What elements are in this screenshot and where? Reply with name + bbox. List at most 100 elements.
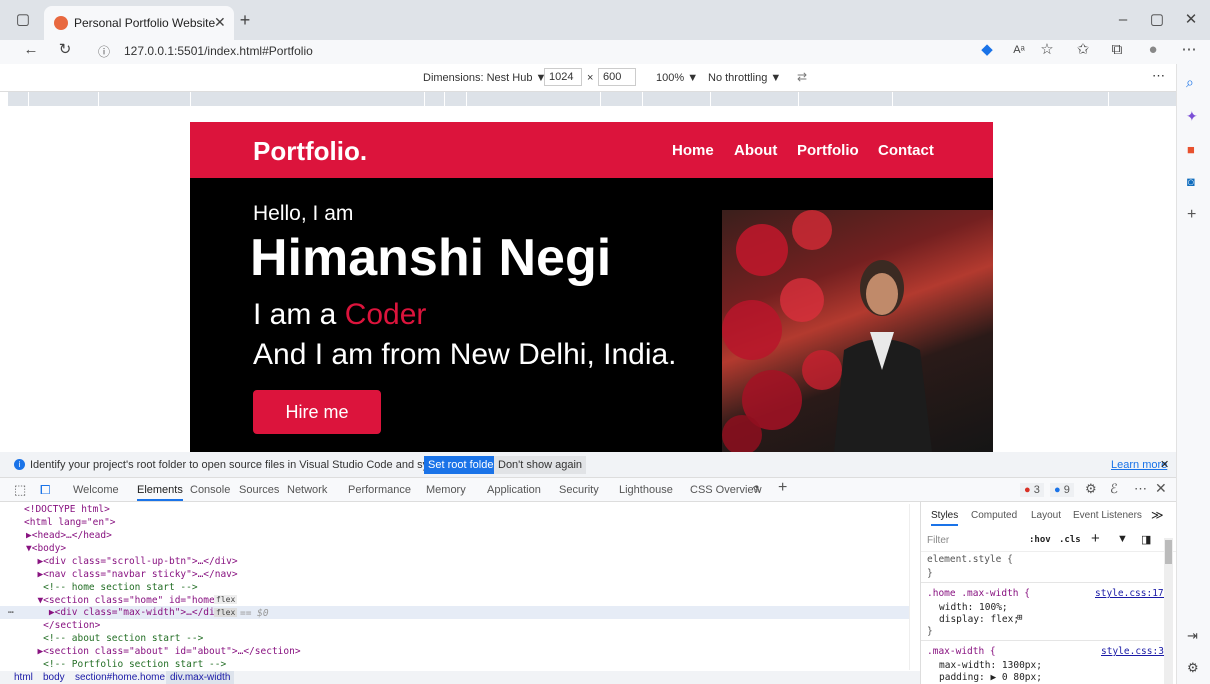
nav-link-contact[interactable]: Contact (878, 142, 934, 159)
infobar-close-icon[interactable]: ✕ (1160, 458, 1169, 471)
tab-lighthouse[interactable]: Lighthouse (619, 484, 673, 496)
new-tab-icon[interactable]: + (234, 10, 256, 30)
rule-source-link[interactable]: style.css:33 (1101, 646, 1170, 657)
outlook-icon[interactable]: ◙ (1187, 174, 1195, 189)
node-more-icon[interactable]: ⋯ (8, 607, 14, 618)
dom-node[interactable]: <!DOCTYPE html> (24, 504, 110, 515)
tab-close-icon[interactable]: ✕ (214, 14, 226, 31)
tab-sources[interactable]: Sources (239, 484, 279, 496)
tab-css-overview[interactable]: CSS Overview (690, 484, 762, 496)
restore-icon[interactable]: ▢ (1146, 10, 1168, 30)
read-aloud-icon[interactable]: Aᵃ (1008, 40, 1030, 60)
tab-security[interactable]: Security (559, 484, 599, 496)
learn-more-link[interactable]: Learn more (1111, 459, 1167, 471)
dom-node[interactable]: ▶<div class="scroll-up-btn">…</div> (26, 556, 237, 567)
hov-toggle[interactable]: :hov (1029, 535, 1051, 545)
paint-icon[interactable]: ▼ (1117, 533, 1128, 545)
browser-tab[interactable]: Personal Portfolio Website ✕ (44, 6, 234, 40)
new-rule-icon[interactable]: + (1091, 530, 1100, 547)
rule-declaration[interactable]: max-width: 1300px; (939, 660, 1042, 671)
info-icon[interactable]: ⓘ (98, 43, 110, 60)
flex-editor-icon[interactable]: ⊞ (1017, 613, 1022, 623)
dont-show-again-button[interactable]: Don't show again (494, 456, 587, 474)
dom-node[interactable]: ▶<section class="about" id="about">…</se… (26, 646, 300, 657)
width-input[interactable]: 1024 (544, 68, 582, 86)
styles-tab[interactable]: Styles (931, 510, 959, 526)
rule-source-link[interactable]: style.css:175 (1095, 588, 1169, 599)
breadcrumb-item[interactable]: body (43, 672, 65, 683)
refresh-icon[interactable]: ↻ (54, 40, 76, 60)
more-panels-icon[interactable]: ≫ (1151, 508, 1164, 522)
event-listeners-tab[interactable]: Event Listeners (1073, 510, 1142, 521)
profile-avatar-icon[interactable]: ● (1142, 40, 1164, 60)
rule-declaration[interactable]: width: 100%; (939, 602, 1008, 613)
rule-selector[interactable]: .max-width { (927, 646, 996, 657)
tab-network[interactable]: Network (287, 484, 327, 496)
breadcrumb-item[interactable]: html (14, 672, 33, 683)
flex-badge[interactable]: flex (214, 608, 238, 617)
sidebar-toggle-icon[interactable]: ◨ (1141, 533, 1151, 546)
flex-badge[interactable]: flex (214, 595, 238, 604)
dimensions-select[interactable]: Dimensions: Nest Hub ▼ (423, 72, 546, 84)
tab-performance[interactable]: Performance (348, 484, 411, 496)
tab-actions-icon[interactable]: ▢ (12, 10, 34, 30)
rule-declaration[interactable]: display: flex; (939, 614, 1019, 625)
zoom-select[interactable]: 100% ▼ (656, 72, 698, 84)
breadcrumb-item-active[interactable]: div.max-width (166, 671, 235, 684)
dom-node-selected[interactable]: ▶<div class="max-width">…</div> (26, 607, 226, 618)
dom-node[interactable]: ▶<head>…</head> (26, 530, 112, 541)
dom-node[interactable]: ▼<body> (26, 543, 66, 554)
extension-icon[interactable]: ◆ (976, 40, 998, 60)
issues-badge[interactable]: ● 9 (1050, 483, 1074, 497)
tab-console[interactable]: Console (190, 484, 230, 496)
rotate-icon[interactable]: ⇄ (797, 70, 807, 84)
dom-comment[interactable]: <!-- about section start --> (26, 633, 203, 644)
elements-scrollbar[interactable] (909, 504, 910, 670)
dom-node[interactable]: </section> (26, 620, 100, 631)
hide-sidebar-icon[interactable]: ⇥ (1187, 628, 1198, 644)
site-logo[interactable]: Portfolio. (253, 136, 367, 167)
set-root-folder-button[interactable]: Set root folder (424, 456, 502, 474)
back-icon[interactable]: ← (20, 40, 42, 60)
dom-node[interactable]: <html lang="en"> (24, 517, 116, 528)
tab-elements[interactable]: Elements (137, 484, 183, 501)
more-tabs-plus-icon[interactable]: + (778, 479, 787, 497)
element-style-rule[interactable]: element.style { (927, 554, 1013, 565)
tab-welcome[interactable]: Welcome (73, 484, 119, 496)
tab-application[interactable]: Application (487, 484, 541, 496)
rule-selector[interactable]: .home .max-width { (927, 588, 1030, 599)
dom-node[interactable]: ▼<section class="home" id="home"> (26, 595, 226, 606)
sidebar-settings-gear-icon[interactable]: ⚙ (1187, 660, 1199, 676)
dom-node[interactable]: ▶<nav class="navbar sticky">…</nav> (26, 569, 237, 580)
throttling-select[interactable]: No throttling ▼ (708, 72, 781, 84)
menu-dots-icon[interactable]: ⋯ (1178, 40, 1200, 60)
layout-tab[interactable]: Layout (1031, 510, 1061, 521)
height-input[interactable]: 600 (598, 68, 636, 86)
nav-link-portfolio[interactable]: Portfolio (797, 142, 859, 159)
share-feedback-icon[interactable]: ℰ (1110, 481, 1118, 497)
copilot-icon[interactable]: ✦ (1186, 108, 1198, 125)
computed-tab[interactable]: Computed (971, 510, 1017, 521)
settings-gear-icon[interactable]: ⚙ (1085, 481, 1097, 497)
breadcrumb-item[interactable]: section#home.home (75, 672, 165, 683)
hire-me-button[interactable]: Hire me (253, 390, 381, 434)
favorite-star-icon[interactable]: ☆ (1036, 40, 1058, 60)
inspect-icon[interactable]: ⬚ (14, 482, 26, 498)
office-icon[interactable]: ■ (1187, 142, 1195, 157)
styles-scrollbar[interactable] (1164, 538, 1173, 684)
favorites-icon[interactable]: ✩ (1072, 40, 1094, 60)
filter-input[interactable]: Filter (927, 535, 1017, 546)
minimize-icon[interactable]: – (1112, 10, 1134, 30)
url-field[interactable]: ⓘ 127.0.0.1:5501/index.html#Portfolio (88, 40, 1168, 62)
add-sidebar-app-icon[interactable]: + (1187, 206, 1196, 224)
window-close-icon[interactable]: ✕ (1180, 10, 1202, 30)
devtools-more-icon[interactable]: ⋯ (1134, 481, 1147, 497)
device-more-icon[interactable]: ⋯ (1152, 68, 1165, 84)
error-badge[interactable]: ● 3 (1020, 483, 1044, 497)
dom-comment[interactable]: <!-- Portfolio section start --> (26, 659, 226, 670)
collections-icon[interactable]: ⧉ (1106, 40, 1128, 60)
device-toggle-icon[interactable]: ⧠ (40, 482, 50, 498)
search-icon[interactable]: ⌕ (1186, 74, 1194, 91)
tab-memory[interactable]: Memory (426, 484, 466, 496)
nav-link-home[interactable]: Home (672, 142, 714, 159)
